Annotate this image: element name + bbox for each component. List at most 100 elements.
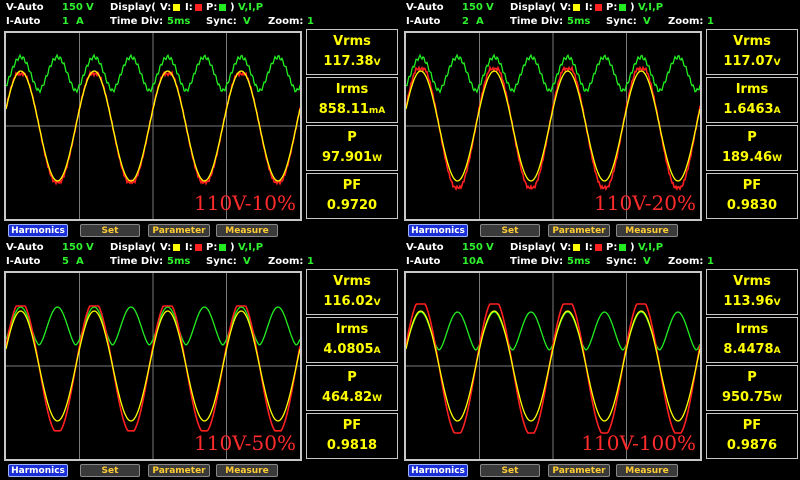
softkey-bar: Harmonics Set Parameter Measure bbox=[400, 463, 800, 479]
vrms-value: 117.38V bbox=[323, 54, 381, 69]
softkey-bar: Harmonics Set Parameter Measure bbox=[400, 223, 800, 239]
harmonics-button[interactable]: Harmonics bbox=[408, 224, 468, 237]
vrms-label: Vrms bbox=[333, 34, 371, 49]
irms-cell: Irms 1.6463A bbox=[706, 77, 798, 123]
vrms-label: Vrms bbox=[333, 274, 371, 289]
zoom-value: 1 bbox=[707, 256, 714, 267]
measure-button[interactable]: Measure bbox=[616, 224, 678, 237]
time-div-label: Time Div: bbox=[510, 256, 564, 267]
set-button[interactable]: Set bbox=[480, 224, 540, 237]
current-color-swatch bbox=[595, 4, 602, 11]
vrms-unit: V bbox=[773, 298, 781, 308]
display-v-label: V: bbox=[560, 2, 572, 13]
v-range-value: 150 bbox=[462, 2, 483, 13]
display-paren-close: ) bbox=[230, 2, 235, 13]
irms-unit: A bbox=[773, 346, 781, 356]
header-row-1: V-Auto 150 V Display( V: I: P: ) V,I,P bbox=[0, 241, 400, 255]
set-button[interactable]: Set bbox=[80, 224, 140, 237]
sync-value: V bbox=[643, 16, 651, 27]
parameter-button[interactable]: Parameter bbox=[148, 224, 210, 237]
vrms-unit: V bbox=[373, 298, 381, 308]
i-mode-label: I-Auto bbox=[6, 16, 41, 27]
v-mode-label: V-Auto bbox=[6, 242, 44, 253]
v-range-unit: V bbox=[86, 242, 94, 253]
header-row-2: I-Auto 1 A Time Div: 5ms Sync: V Zoom: 1 bbox=[0, 15, 400, 29]
harmonics-button[interactable]: Harmonics bbox=[8, 224, 68, 237]
power-cell: P 950.75W bbox=[706, 365, 798, 411]
analyzer-panel-3: V-Auto 150 V Display( V: I: P: ) V,I,P I… bbox=[0, 240, 400, 480]
display-v-label: V: bbox=[160, 242, 172, 253]
current-color-swatch bbox=[595, 244, 602, 251]
header-row-1: V-Auto 150 V Display( V: I: P: ) V,I,P bbox=[0, 1, 400, 15]
irms-unit: mA bbox=[368, 106, 386, 116]
vrms-unit: V bbox=[373, 58, 381, 68]
voltage-color-swatch bbox=[173, 244, 180, 251]
voltage-color-swatch bbox=[573, 244, 580, 251]
irms-value: 8.4478A bbox=[723, 342, 781, 357]
measurement-panel: Vrms 116.02V Irms 4.0805A P 464.82W PF 0… bbox=[306, 269, 400, 463]
power-unit: W bbox=[372, 154, 383, 164]
header-row-2: I-Auto 5 A Time Div: 5ms Sync: V Zoom: 1 bbox=[0, 255, 400, 269]
set-button[interactable]: Set bbox=[480, 464, 540, 477]
v-range-value: 150 bbox=[462, 242, 483, 253]
time-div-value: 5ms bbox=[567, 256, 591, 267]
i-mode-label: I-Auto bbox=[406, 16, 441, 27]
zoom-value: 1 bbox=[707, 16, 714, 27]
display-label: Display( bbox=[110, 2, 156, 13]
measure-button[interactable]: Measure bbox=[216, 464, 278, 477]
time-div-value: 5ms bbox=[567, 16, 591, 27]
measure-button[interactable]: Measure bbox=[616, 464, 678, 477]
pf-value: 0.9876 bbox=[726, 438, 778, 453]
v-range-unit: V bbox=[486, 2, 494, 13]
power-cell: P 189.46W bbox=[706, 125, 798, 171]
power-value: 950.75W bbox=[721, 390, 783, 405]
v-mode-label: V-Auto bbox=[406, 2, 444, 13]
display-i-label: I: bbox=[185, 242, 193, 253]
measure-button[interactable]: Measure bbox=[216, 224, 278, 237]
display-p-label: P: bbox=[206, 242, 218, 253]
i-range-value: 2 bbox=[462, 16, 469, 27]
time-div-label: Time Div: bbox=[110, 16, 164, 27]
irms-label: Irms bbox=[735, 322, 769, 337]
zoom-label: Zoom: bbox=[268, 256, 304, 267]
i-range-unit: A bbox=[76, 16, 84, 27]
set-button[interactable]: Set bbox=[80, 464, 140, 477]
i-mode-label: I-Auto bbox=[406, 256, 441, 267]
zoom-value: 1 bbox=[307, 256, 314, 267]
power-color-swatch bbox=[219, 4, 226, 11]
softkey-bar: Harmonics Set Parameter Measure bbox=[0, 223, 400, 239]
parameter-button[interactable]: Parameter bbox=[148, 464, 210, 477]
parameter-button[interactable]: Parameter bbox=[548, 464, 610, 477]
vrms-value: 117.07V bbox=[723, 54, 781, 69]
vrms-cell: Vrms 113.96V bbox=[706, 269, 798, 315]
harmonics-button[interactable]: Harmonics bbox=[8, 464, 68, 477]
power-value: 97.901W bbox=[321, 150, 383, 165]
power-unit: W bbox=[372, 394, 383, 404]
display-paren-close: ) bbox=[630, 2, 635, 13]
irms-label: Irms bbox=[735, 82, 769, 97]
measurement-panel: Vrms 117.07V Irms 1.6463A P 189.46W PF 0… bbox=[706, 29, 800, 223]
current-color-swatch bbox=[195, 244, 202, 251]
display-paren-close: ) bbox=[630, 242, 635, 253]
waveform-display: 110V-20% bbox=[404, 31, 702, 221]
power-unit: W bbox=[772, 394, 783, 404]
softkey-bar: Harmonics Set Parameter Measure bbox=[0, 463, 400, 479]
parameter-button[interactable]: Parameter bbox=[548, 224, 610, 237]
sync-label: Sync: bbox=[606, 16, 637, 27]
display-p-label: P: bbox=[206, 2, 218, 13]
pf-cell: PF 0.9720 bbox=[306, 173, 398, 219]
display-i-label: I: bbox=[185, 2, 193, 13]
v-range-unit: V bbox=[86, 2, 94, 13]
display-i-label: I: bbox=[585, 2, 593, 13]
header-row-1: V-Auto 150 V Display( V: I: P: ) V,I,P bbox=[400, 241, 800, 255]
display-label: Display( bbox=[510, 242, 556, 253]
sync-value: V bbox=[643, 256, 651, 267]
measurement-panel: Vrms 117.38V Irms 858.11mA P 97.901W PF … bbox=[306, 29, 400, 223]
vrms-label: Vrms bbox=[733, 34, 771, 49]
irms-value: 858.11mA bbox=[318, 102, 386, 117]
power-label: P bbox=[347, 130, 357, 145]
power-color-swatch bbox=[619, 4, 626, 11]
display-set-value: V,I,P bbox=[638, 2, 664, 13]
current-color-swatch bbox=[195, 4, 202, 11]
harmonics-button[interactable]: Harmonics bbox=[408, 464, 468, 477]
